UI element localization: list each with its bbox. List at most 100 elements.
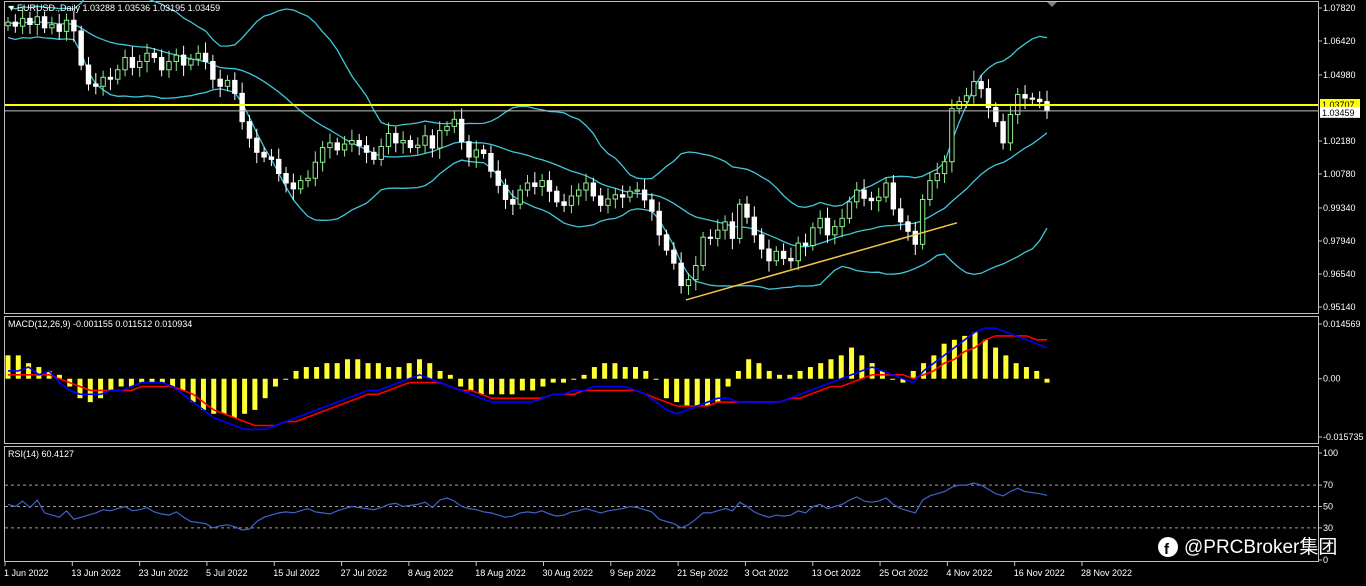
time-tick-label: 8 Aug 2022	[408, 568, 454, 578]
bull-candle	[400, 140, 406, 144]
bull-candle	[137, 61, 143, 68]
price-tick-label: 1.06420	[1323, 36, 1356, 46]
price-tick-label: 0.96540	[1323, 269, 1356, 279]
bull-candle	[971, 81, 977, 97]
bear-candle	[232, 79, 238, 94]
macd-histogram-bar	[262, 378, 268, 399]
bear-candle	[671, 249, 677, 264]
macd-histogram-bar	[694, 378, 700, 406]
macd-histogram-bar	[653, 378, 659, 380]
bear-candle	[495, 170, 501, 186]
bear-candle	[71, 19, 77, 32]
bull-candle	[224, 79, 231, 87]
bear-candle	[758, 234, 765, 250]
time-tick-label: 15 Jul 2022	[273, 568, 320, 578]
bull-candle	[444, 125, 450, 132]
bull-candle	[63, 19, 70, 32]
macd-histogram-bar	[108, 378, 114, 391]
bull-candle	[627, 190, 633, 198]
macd-histogram-bar	[581, 374, 587, 379]
bull-candle	[327, 142, 333, 149]
macd-histogram-bar	[1044, 378, 1050, 383]
bull-candle	[451, 118, 458, 127]
bear-candle	[619, 194, 626, 198]
bull-candle	[568, 195, 575, 206]
time-tick-label: 21 Sep 2022	[677, 568, 728, 578]
rsi-tick-label: 100	[1323, 448, 1338, 458]
bull-candle	[795, 242, 801, 262]
bear-candle	[41, 16, 48, 29]
bear-candle	[334, 142, 340, 151]
price-tick-label: 0.97940	[1323, 236, 1356, 246]
bull-candle	[685, 279, 692, 287]
bull-candle	[817, 217, 823, 229]
bull-candle	[115, 69, 121, 80]
macd-histogram-bar	[993, 347, 999, 379]
bull-candle	[173, 54, 179, 63]
macd-histogram-bar	[468, 378, 474, 391]
bear-candle	[93, 83, 99, 87]
macd-histogram-bar	[1013, 363, 1019, 379]
price-tick-label: 1.02180	[1323, 136, 1356, 146]
macd-histogram-bar	[242, 378, 248, 414]
macd-histogram-bar	[663, 378, 669, 399]
macd-histogram-bar	[777, 374, 783, 379]
bear-candle	[407, 140, 414, 149]
time-tick-label: 25 Oct 2022	[879, 568, 928, 578]
bear-candle	[56, 24, 62, 32]
bull-candle	[517, 189, 523, 205]
bear-candle	[663, 234, 670, 251]
macd-histogram-bar	[427, 363, 433, 379]
bull-candle	[5, 21, 11, 27]
bear-candle	[678, 262, 684, 287]
macd-histogram-bar	[303, 367, 309, 379]
bear-candle	[488, 152, 494, 172]
macd-histogram-bar	[519, 378, 525, 391]
bull-candle	[876, 196, 882, 202]
bear-candle	[978, 81, 984, 90]
macd-histogram-bar	[118, 378, 124, 387]
macd-histogram-bar	[766, 370, 772, 379]
rsi-header: RSI(14) 60.4127	[8, 449, 74, 459]
watermark: f @PRCBroker集团	[1158, 536, 1337, 558]
bear-candle	[480, 149, 487, 154]
bull-candle	[934, 173, 940, 182]
macd-histogram-bar	[684, 378, 690, 406]
bull-candle	[473, 149, 479, 158]
macd-histogram-bar	[838, 355, 844, 379]
bear-candle	[180, 54, 187, 66]
bear-candle	[707, 236, 714, 239]
macd-histogram-bar	[355, 359, 361, 379]
bull-candle	[583, 182, 589, 191]
bear-candle	[912, 230, 918, 245]
bull-candle	[736, 203, 743, 239]
macd-histogram-bar	[396, 367, 402, 379]
macd-histogram-bar	[972, 332, 978, 379]
price-tick-label: 1.07820	[1323, 3, 1356, 13]
time-tick-label: 9 Sep 2022	[610, 568, 656, 578]
macd-histogram-bar	[561, 378, 567, 383]
bear-candle	[85, 64, 92, 85]
bull-candle	[715, 229, 721, 239]
bull-candle	[319, 147, 326, 163]
bull-candle	[927, 180, 933, 200]
macd-header: MACD(12,26,9) -0.001155 0.011512 0.01093…	[8, 319, 192, 329]
bear-candle	[590, 182, 597, 197]
bear-candle	[246, 121, 253, 139]
macd-histogram-bar	[458, 378, 464, 387]
bull-candle	[949, 108, 955, 163]
macd-histogram-bar	[797, 370, 803, 379]
macd-histogram-bar	[324, 363, 330, 379]
bear-candle	[268, 156, 275, 160]
time-tick-label: 13 Oct 2022	[812, 568, 861, 578]
bull-candle	[305, 177, 311, 182]
macd-histogram-bar	[437, 370, 443, 379]
bull-candle	[195, 52, 201, 60]
bear-candle	[363, 145, 370, 153]
bear-candle	[129, 57, 136, 68]
chart-dropdown-icon[interactable]: ▼	[7, 3, 16, 13]
rsi-tick-label: 30	[1323, 523, 1333, 533]
macd-histogram-bar	[252, 378, 258, 410]
bear-candle	[802, 242, 809, 246]
bull-candle	[919, 198, 926, 245]
